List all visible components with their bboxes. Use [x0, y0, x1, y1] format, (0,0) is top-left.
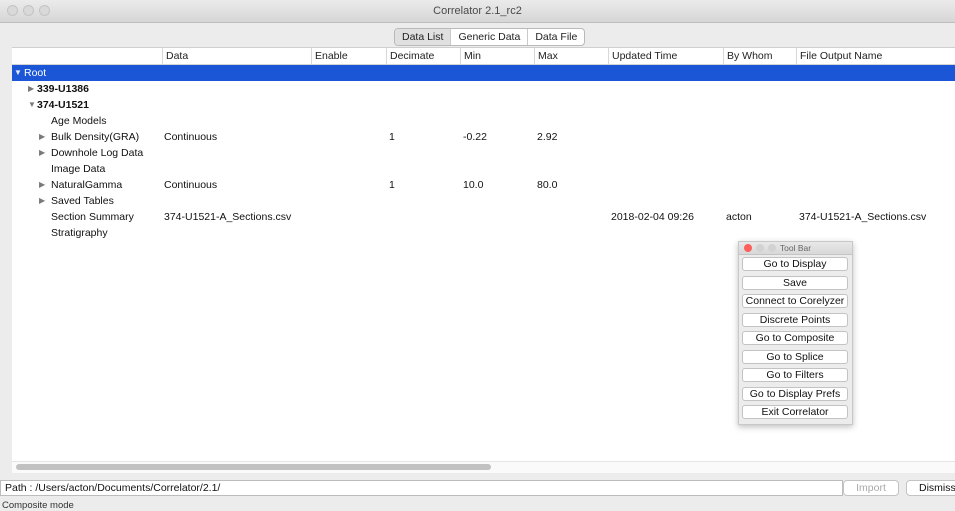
window-titlebar: Correlator 2.1_rc2: [0, 0, 955, 23]
tree-node-label: Saved Tables: [51, 195, 114, 207]
tree-node-label: Bulk Density(GRA): [51, 131, 140, 143]
disclosure-collapsed-icon[interactable]: ▶: [39, 193, 45, 209]
tab-data-list[interactable]: Data List: [395, 29, 452, 45]
path-field[interactable]: Path : /Users/acton/Documents/Correlator…: [0, 480, 843, 496]
tree-node-label: Age Models: [51, 115, 107, 127]
window-title: Correlator 2.1_rc2: [433, 5, 522, 17]
horizontal-scrollbar[interactable]: [12, 461, 955, 473]
column-header-min[interactable]: Min: [460, 48, 534, 64]
cell-max: 80.0: [537, 179, 558, 191]
cell-decimate: 1: [389, 179, 395, 191]
column-header-updated-time[interactable]: Updated Time: [608, 48, 723, 64]
tool-bar-titlebar: Tool Bar: [739, 242, 852, 255]
tab-data-file[interactable]: Data File: [528, 29, 584, 45]
disclosure-expanded-icon[interactable]: ▼: [14, 65, 22, 81]
table-row[interactable]: ▶ 339-U1386: [12, 81, 955, 97]
column-header-enable[interactable]: Enable: [311, 48, 386, 64]
import-button[interactable]: Import: [843, 480, 899, 496]
status-text: Composite mode: [2, 500, 74, 511]
disclosure-collapsed-icon[interactable]: ▶: [39, 145, 45, 161]
tree-node-label: NaturalGamma: [51, 179, 123, 191]
tree-node-label: Root: [24, 67, 47, 79]
go-to-display-prefs-button[interactable]: Go to Display Prefs: [742, 387, 848, 401]
cell-decimate: 1: [389, 131, 395, 143]
go-to-splice-button[interactable]: Go to Splice: [742, 350, 848, 364]
cell-updated-time: 2018-02-04 09:26: [611, 211, 694, 223]
cell-by-whom: acton: [726, 211, 752, 223]
disclosure-collapsed-icon[interactable]: ▶: [28, 81, 34, 97]
go-to-display-button[interactable]: Go to Display: [742, 257, 848, 271]
table-row[interactable]: ▶ NaturalGamma Continuous 1 10.0 80.0: [12, 177, 955, 193]
go-to-composite-button[interactable]: Go to Composite: [742, 331, 848, 345]
table-row[interactable]: ▶ Downhole Log Data: [12, 145, 955, 161]
column-header-max[interactable]: Max: [534, 48, 608, 64]
scrollbar-thumb[interactable]: [16, 464, 491, 470]
go-to-filters-button[interactable]: Go to Filters: [742, 368, 848, 382]
column-header-decimate[interactable]: Decimate: [386, 48, 460, 64]
cell-data: 374-U1521-A_Sections.csv: [164, 211, 292, 223]
dismiss-button[interactable]: Dismiss: [906, 480, 955, 496]
table-row[interactable]: Image Data: [12, 161, 955, 177]
column-header-by-whom[interactable]: By Whom: [723, 48, 796, 64]
cell-max: 2.92: [537, 131, 558, 143]
tool-bar-palette: Tool Bar Go to Display Save Connect to C…: [738, 241, 853, 425]
tree-node-label: 374-U1521: [37, 99, 89, 111]
save-button[interactable]: Save: [742, 276, 848, 290]
table-header: Data Enable Decimate Min Max Updated Tim…: [12, 48, 955, 65]
tool-bar-title: Tool Bar: [779, 243, 812, 253]
tree-node-label: Stratigraphy: [51, 227, 108, 239]
table-row[interactable]: ▼ Root: [12, 65, 955, 81]
table-row[interactable]: Stratigraphy: [12, 225, 955, 241]
table-row[interactable]: Section Summary 374-U1521-A_Sections.csv 2…: [12, 209, 955, 225]
column-header-data[interactable]: Data: [162, 48, 311, 64]
cell-file-output-name: 374-U1521-A_Sections.csv: [799, 211, 927, 223]
table-row[interactable]: ▶ Bulk Density(GRA) Continuous 1 -0.22 2.92: [12, 129, 955, 145]
cell-data: Continuous: [164, 131, 218, 143]
discrete-points-button[interactable]: Discrete Points: [742, 313, 848, 327]
disclosure-collapsed-icon[interactable]: ▶: [39, 177, 45, 193]
tab-generic-data[interactable]: Generic Data: [451, 29, 529, 45]
tree-node-label: Image Data: [51, 163, 106, 175]
disclosure-collapsed-icon[interactable]: ▶: [39, 129, 45, 145]
table-row[interactable]: ▶ Saved Tables: [12, 193, 955, 209]
cell-min: -0.22: [463, 131, 487, 143]
connect-to-corelyzer-button[interactable]: Connect to Corelyzer: [742, 294, 848, 308]
column-header-file-output-name[interactable]: File Output Name: [796, 48, 955, 64]
tree-node-label: Downhole Log Data: [51, 147, 144, 159]
cell-data: Continuous: [164, 179, 218, 191]
cell-min: 10.0: [463, 179, 484, 191]
disclosure-expanded-icon[interactable]: ▼: [28, 97, 36, 113]
tree-node-label: 339-U1386: [37, 83, 89, 95]
table-row[interactable]: Age Models: [12, 113, 955, 129]
view-tabs: Data List Generic Data Data File: [394, 28, 586, 46]
tree-node-label: Section Summary: [51, 211, 134, 223]
table-row[interactable]: ▼ 374-U1521: [12, 97, 955, 113]
exit-correlator-button[interactable]: Exit Correlator: [742, 405, 848, 419]
